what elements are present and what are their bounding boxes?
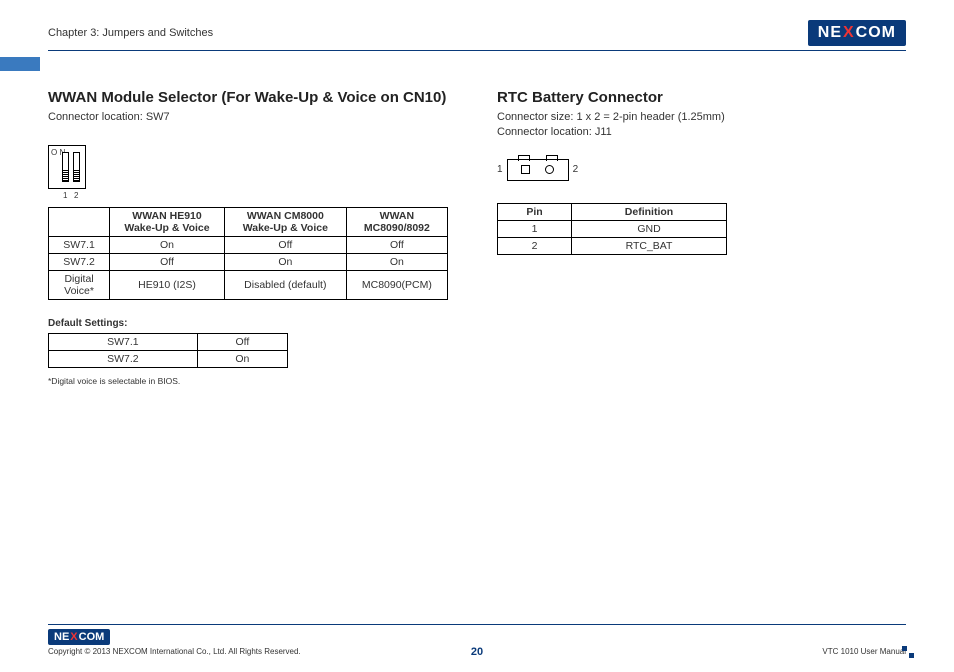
copyright-text: Copyright © 2013 NEXCOM International Co… (48, 647, 301, 656)
pin-2-circle-icon (545, 165, 554, 174)
brand-logo: NEXCOM (808, 20, 906, 46)
table-row: 1 GND (498, 220, 727, 237)
rtc-title: RTC Battery Connector (497, 89, 906, 106)
pin-definition-table: Pin Definition 1 GND 2 RTC_BAT (497, 203, 727, 255)
connector-diagram: 1 2 (497, 159, 906, 181)
table-row: SW7.2 Off On On (49, 254, 448, 271)
chapter-title: Chapter 3: Jumpers and Switches (48, 27, 213, 39)
page-footer: NEXCOM Copyright © 2013 NEXCOM Internati… (48, 624, 906, 656)
pin-label-1: 1 (497, 164, 503, 175)
rtc-location: Connector location: J11 (497, 125, 906, 140)
pin-1-square-icon (521, 165, 530, 174)
wwan-title: WWAN Module Selector (For Wake-Up & Voic… (48, 89, 457, 106)
page-header: Chapter 3: Jumpers and Switches NEXCOM (48, 20, 906, 51)
connector-icon (507, 159, 569, 181)
switch-diagram: O N 1 2 (48, 145, 457, 189)
th-blank (49, 208, 110, 237)
footer-left: NEXCOM Copyright © 2013 NEXCOM Internati… (48, 629, 301, 656)
th-cm8000: WWAN CM8000 Wake-Up & Voice (224, 208, 346, 237)
content-area: WWAN Module Selector (For Wake-Up & Voic… (48, 89, 906, 386)
bios-footnote: *Digital voice is selectable in BIOS. (48, 376, 457, 386)
wwan-location: Connector location: SW7 (48, 110, 457, 125)
switch-slot-1 (62, 152, 69, 182)
table-row: Digital Voice* HE910 (I2S) Disabled (def… (49, 271, 448, 300)
th-pin: Pin (498, 203, 572, 220)
footer-logo: NEXCOM (48, 629, 110, 645)
th-mc8090: WWAN MC8090/8092 (346, 208, 447, 237)
table-row: 2 RTC_BAT (498, 237, 727, 254)
corner-marks-icon (902, 646, 914, 658)
th-definition: Definition (572, 203, 727, 220)
right-column: RTC Battery Connector Connector size: 1 … (497, 89, 906, 386)
default-settings-table: SW7.1 Off SW7.2 On (48, 333, 288, 368)
header-accent-bar (0, 57, 40, 71)
rtc-size: Connector size: 1 x 2 = 2-pin header (1.… (497, 110, 906, 125)
pin-label-2: 2 (573, 164, 579, 175)
dip-switch-icon: O N 1 2 (48, 145, 86, 189)
default-settings-label: Default Settings: (48, 318, 457, 329)
th-he910: WWAN HE910 Wake-Up & Voice (110, 208, 225, 237)
manual-name: VTC 1010 User Manual (822, 647, 906, 656)
table-row: SW7.2 On (49, 351, 288, 368)
wwan-table: WWAN HE910 Wake-Up & Voice WWAN CM8000 W… (48, 207, 448, 300)
switch-slot-2 (73, 152, 80, 182)
table-row: SW7.1 Off (49, 334, 288, 351)
page-number: 20 (471, 646, 483, 658)
table-row: SW7.1 On Off Off (49, 237, 448, 254)
left-column: WWAN Module Selector (For Wake-Up & Voic… (48, 89, 457, 386)
